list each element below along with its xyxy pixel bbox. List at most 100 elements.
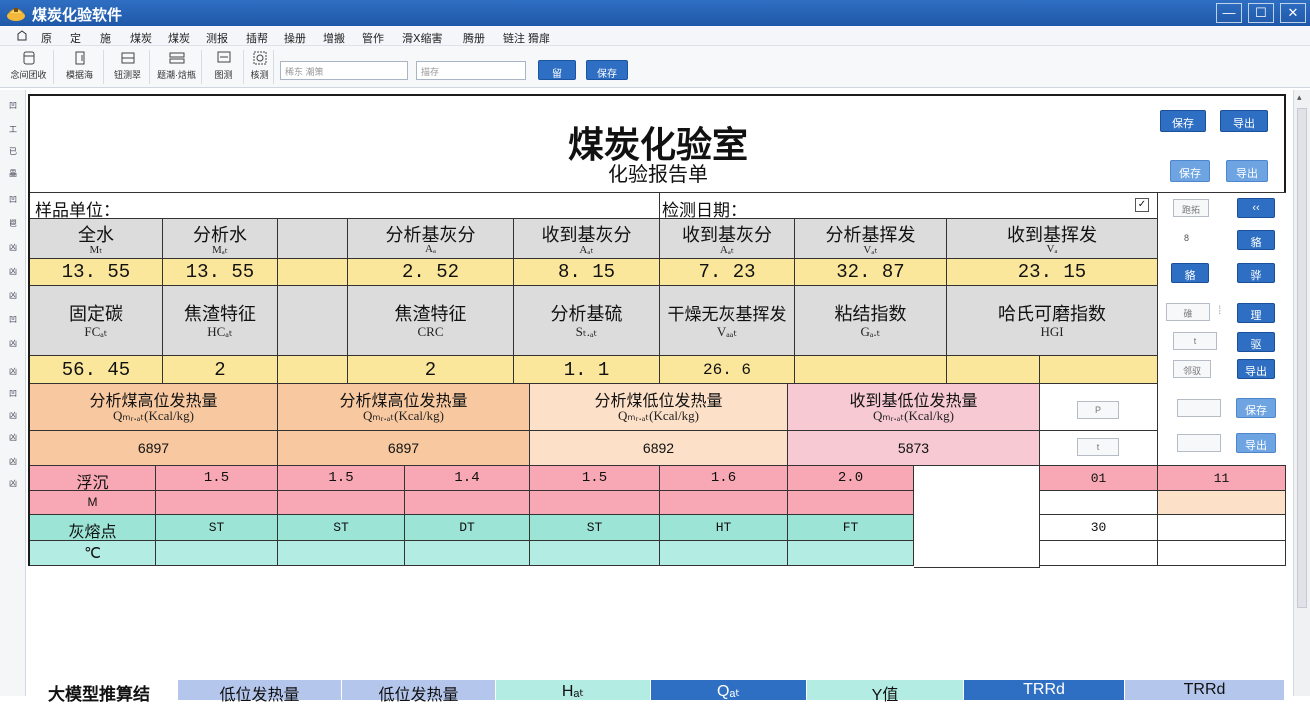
side-icon-10[interactable]: 凹: [4, 314, 22, 328]
menu-item-5[interactable]: 煤炭: [168, 30, 190, 46]
ash-fusion-value[interactable]: ST: [530, 515, 660, 541]
ash-fusion-value[interactable]: DT: [405, 515, 530, 541]
m-value[interactable]: [156, 491, 278, 515]
ash-right-b[interactable]: [1158, 515, 1286, 541]
control-button-1[interactable]: ‹‹: [1237, 198, 1275, 218]
unit-value[interactable]: [788, 541, 914, 566]
save-button[interactable]: 保存: [1160, 110, 1206, 132]
model-cell-h[interactable]: Hₐₜ: [496, 680, 651, 700]
toolbar-item-4[interactable]: 题潮·焓瓶: [152, 50, 202, 84]
toolbar-item-1[interactable]: 念间团收: [4, 50, 54, 84]
heat-p-field[interactable]: P: [1077, 401, 1119, 419]
side-icon-2[interactable]: 工: [4, 124, 22, 138]
model-cell-q[interactable]: Qₐₜ: [651, 680, 807, 700]
value-blank[interactable]: [278, 259, 348, 286]
float-value[interactable]: 1.5: [530, 466, 660, 491]
m-right-b[interactable]: [1158, 491, 1286, 515]
menu-item-13[interactable]: 链注 猾扉: [503, 30, 550, 46]
ash-right-a[interactable]: 30: [1040, 515, 1158, 541]
value-analysis-ash[interactable]: 2. 52: [348, 259, 514, 286]
menu-item-4[interactable]: 煤炭: [130, 30, 152, 46]
model-cell-y[interactable]: Y值: [807, 680, 964, 704]
control-button-2[interactable]: 貉: [1237, 230, 1275, 250]
float-value[interactable]: 1.5: [278, 466, 405, 491]
menu-item-2[interactable]: 定: [70, 30, 81, 46]
side-icon-15[interactable]: 凶: [4, 432, 22, 446]
float-value[interactable]: 1.6: [660, 466, 788, 491]
value-received-ash-2[interactable]: 7. 23: [660, 259, 795, 286]
control-button-5[interactable]: 驱: [1237, 332, 1275, 352]
unit-right-a[interactable]: [1040, 541, 1158, 566]
float-right-a[interactable]: 01: [1040, 466, 1158, 491]
value-dry-ash-free-volatile[interactable]: 26. 6: [660, 356, 795, 384]
export-button[interactable]: 导出: [1220, 110, 1268, 132]
unit-value[interactable]: [278, 541, 405, 566]
heat-t-field[interactable]: t: [1077, 438, 1119, 456]
side-icon-1[interactable]: 凹: [4, 100, 22, 114]
search-input[interactable]: 稀东 潮策: [280, 61, 408, 80]
model-cell-net-heat[interactable]: 低位发热量: [178, 680, 342, 704]
control-button-3b[interactable]: 骅: [1237, 263, 1275, 283]
value-hgi-b[interactable]: [1040, 356, 1158, 384]
m-right-a[interactable]: [1040, 491, 1158, 515]
menu-item-9[interactable]: 增搬: [323, 30, 345, 46]
export-button-2[interactable]: 导出: [1226, 160, 1268, 182]
unit-value[interactable]: [405, 541, 530, 566]
menu-item-12[interactable]: 腾册: [463, 30, 485, 46]
value-received-volatile[interactable]: 23. 15: [947, 259, 1158, 286]
menu-item-10[interactable]: 管作: [362, 30, 384, 46]
filter-input[interactable]: 描存: [416, 61, 526, 80]
value-analysis-water[interactable]: 13. 55: [163, 259, 278, 286]
control-field-8[interactable]: [1177, 434, 1221, 452]
test-date-cell[interactable]: 检测日期： ✓: [660, 193, 1158, 219]
menu-item-3[interactable]: 施: [100, 30, 111, 46]
control-field-4[interactable]: 碓: [1166, 303, 1210, 321]
menu-item-1[interactable]: 原: [41, 30, 52, 46]
minimize-button[interactable]: —: [1216, 3, 1242, 23]
ash-fusion-value[interactable]: FT: [788, 515, 914, 541]
side-icon-6[interactable]: 鬯: [4, 218, 22, 232]
value-fixed-carbon[interactable]: 56. 45: [30, 356, 163, 384]
m-value[interactable]: [660, 491, 788, 515]
m-value[interactable]: [278, 491, 405, 515]
value-analysis-volatile[interactable]: 32. 87: [795, 259, 947, 286]
float-value[interactable]: 2.0: [788, 466, 914, 491]
model-cell-trrd-2[interactable]: TRRd: [1125, 680, 1285, 700]
side-icon-7[interactable]: 凶: [4, 242, 22, 256]
value-total-water[interactable]: 13. 55: [30, 259, 163, 286]
m-value[interactable]: [788, 491, 914, 515]
float-right-b[interactable]: 11: [1158, 466, 1286, 491]
toolbar-item-6[interactable]: 核测: [246, 50, 274, 84]
model-cell-net-heat-2[interactable]: 低位发热量: [342, 680, 496, 704]
control-button-3a[interactable]: 貉: [1171, 263, 1209, 283]
unit-value[interactable]: [156, 541, 278, 566]
side-icon-5[interactable]: 凹: [4, 194, 22, 208]
value-coke-residue[interactable]: 2: [163, 356, 278, 384]
scroll-up-icon[interactable]: ▴: [1297, 92, 1302, 103]
scroll-thumb[interactable]: [1297, 108, 1307, 608]
value-blank-2[interactable]: [278, 356, 348, 384]
close-button[interactable]: ✕: [1280, 3, 1306, 23]
heat-save-button[interactable]: 保存: [1236, 398, 1276, 418]
side-icon-3[interactable]: 已: [4, 146, 22, 160]
value-analysis-gross-heat[interactable]: 6897: [30, 431, 278, 466]
float-value[interactable]: 1.4: [405, 466, 530, 491]
vertical-scrollbar[interactable]: ▴: [1293, 90, 1310, 696]
ash-fusion-value[interactable]: ST: [156, 515, 278, 541]
heat-export-button[interactable]: 导出: [1236, 433, 1276, 453]
side-icon-11[interactable]: 凶: [4, 338, 22, 352]
unit-value[interactable]: [530, 541, 660, 566]
control-field-5[interactable]: t: [1173, 332, 1217, 350]
unit-right-b[interactable]: [1158, 541, 1286, 566]
sample-unit-cell[interactable]: 样品单位：: [30, 193, 660, 219]
control-field-6[interactable]: 邻驭: [1173, 360, 1211, 378]
toolbar-button-1[interactable]: 留: [538, 60, 576, 80]
value-received-ash[interactable]: 8. 15: [514, 259, 660, 286]
value-analysis-sulfur[interactable]: 1. 1: [514, 356, 660, 384]
control-button-6[interactable]: 导出: [1237, 359, 1275, 379]
home-icon[interactable]: [17, 30, 27, 41]
side-icon-16[interactable]: 凶: [4, 456, 22, 470]
menu-item-6[interactable]: 测报: [206, 30, 228, 46]
value-analysis-net-heat[interactable]: 6892: [530, 431, 788, 466]
maximize-button[interactable]: ☐: [1248, 3, 1274, 23]
